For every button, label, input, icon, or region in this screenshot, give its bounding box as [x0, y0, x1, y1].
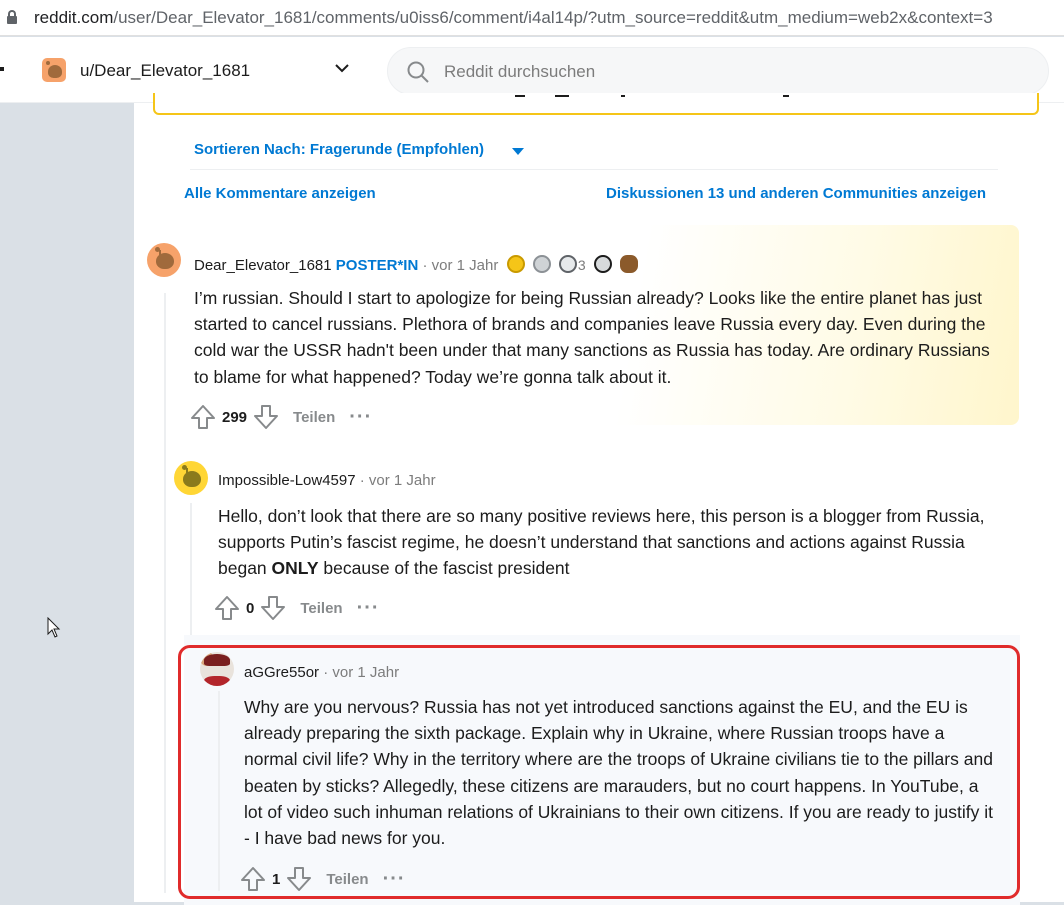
- comment-author[interactable]: Dear_Elevator_1681: [194, 257, 332, 274]
- comment-meta: Dear_Elevator_1681 POSTER*IN · vor 1 Jah…: [194, 255, 638, 274]
- lock-icon: [7, 10, 17, 24]
- silver-award-icon[interactable]: [532, 255, 551, 273]
- comment-author[interactable]: Impossible-Low4597: [218, 472, 356, 489]
- menu-edge-icon[interactable]: [0, 67, 4, 71]
- mouse-cursor-icon: [47, 617, 61, 638]
- sort-dropdown[interactable]: Sortieren Nach: Fragerunde (Empfohlen): [194, 141, 484, 158]
- vote-score: 299: [222, 408, 248, 426]
- thread-line[interactable]: [164, 293, 166, 893]
- search-placeholder: Reddit durchsuchen: [444, 62, 596, 81]
- caret-down-icon[interactable]: [512, 148, 524, 155]
- downvote-icon[interactable]: [260, 595, 286, 621]
- comment-actions: 0 Teilen ···: [214, 595, 380, 621]
- comment-panel: Sortieren Nach: Fragerunde (Empfohlen) A…: [134, 93, 1064, 905]
- avatar[interactable]: [174, 461, 208, 495]
- upvote-icon[interactable]: [214, 595, 240, 621]
- bear-award-icon[interactable]: [619, 255, 638, 273]
- user-avatar[interactable]: [42, 58, 66, 82]
- comment-body: I’m russian. Should I start to apologize…: [194, 288, 990, 387]
- left-gutter: [0, 103, 134, 902]
- comment-actions: 299 Teilen ···: [190, 404, 372, 430]
- upvote-icon[interactable]: [190, 404, 216, 430]
- comment-time[interactable]: vor 1 Jahr: [432, 257, 499, 274]
- share-button[interactable]: Teilen: [293, 409, 335, 426]
- red-highlight-box: [178, 645, 1020, 899]
- divider: [190, 169, 998, 170]
- share-button[interactable]: Teilen: [300, 600, 342, 617]
- flair-badge: POSTER*IN: [335, 257, 419, 274]
- search-icon: [407, 61, 429, 83]
- search-input[interactable]: Reddit durchsuchen: [387, 47, 1049, 95]
- coin-award-icon[interactable]: [593, 255, 612, 273]
- comment-meta: Impossible-Low4597 · vor 1 Jahr: [218, 472, 436, 489]
- avatar[interactable]: [147, 243, 181, 277]
- vote-score: 0: [246, 599, 255, 617]
- all-comments-link[interactable]: Alle Kommentare anzeigen: [184, 185, 376, 202]
- more-options-icon[interactable]: ···: [349, 407, 372, 427]
- post-box-edge: [153, 93, 1039, 115]
- chevron-down-icon[interactable]: [335, 63, 349, 73]
- community-switcher-label[interactable]: u/Dear_Elevator_1681: [80, 61, 250, 81]
- more-options-icon[interactable]: ···: [357, 598, 380, 618]
- url-text[interactable]: reddit.com/user/Dear_Elevator_1681/comme…: [34, 8, 993, 28]
- browser-url-bar[interactable]: reddit.com/user/Dear_Elevator_1681/comme…: [0, 0, 1064, 36]
- award-count: 3: [577, 257, 586, 273]
- other-discussions-link[interactable]: Diskussionen 13 und anderen Communities …: [606, 185, 986, 202]
- downvote-icon[interactable]: [253, 404, 279, 430]
- helpful-award-icon[interactable]: [558, 255, 577, 273]
- gold-award-icon[interactable]: [506, 255, 525, 273]
- comment-time[interactable]: vor 1 Jahr: [369, 472, 436, 489]
- comment-body: Hello, don’t look that there are so many…: [218, 506, 985, 579]
